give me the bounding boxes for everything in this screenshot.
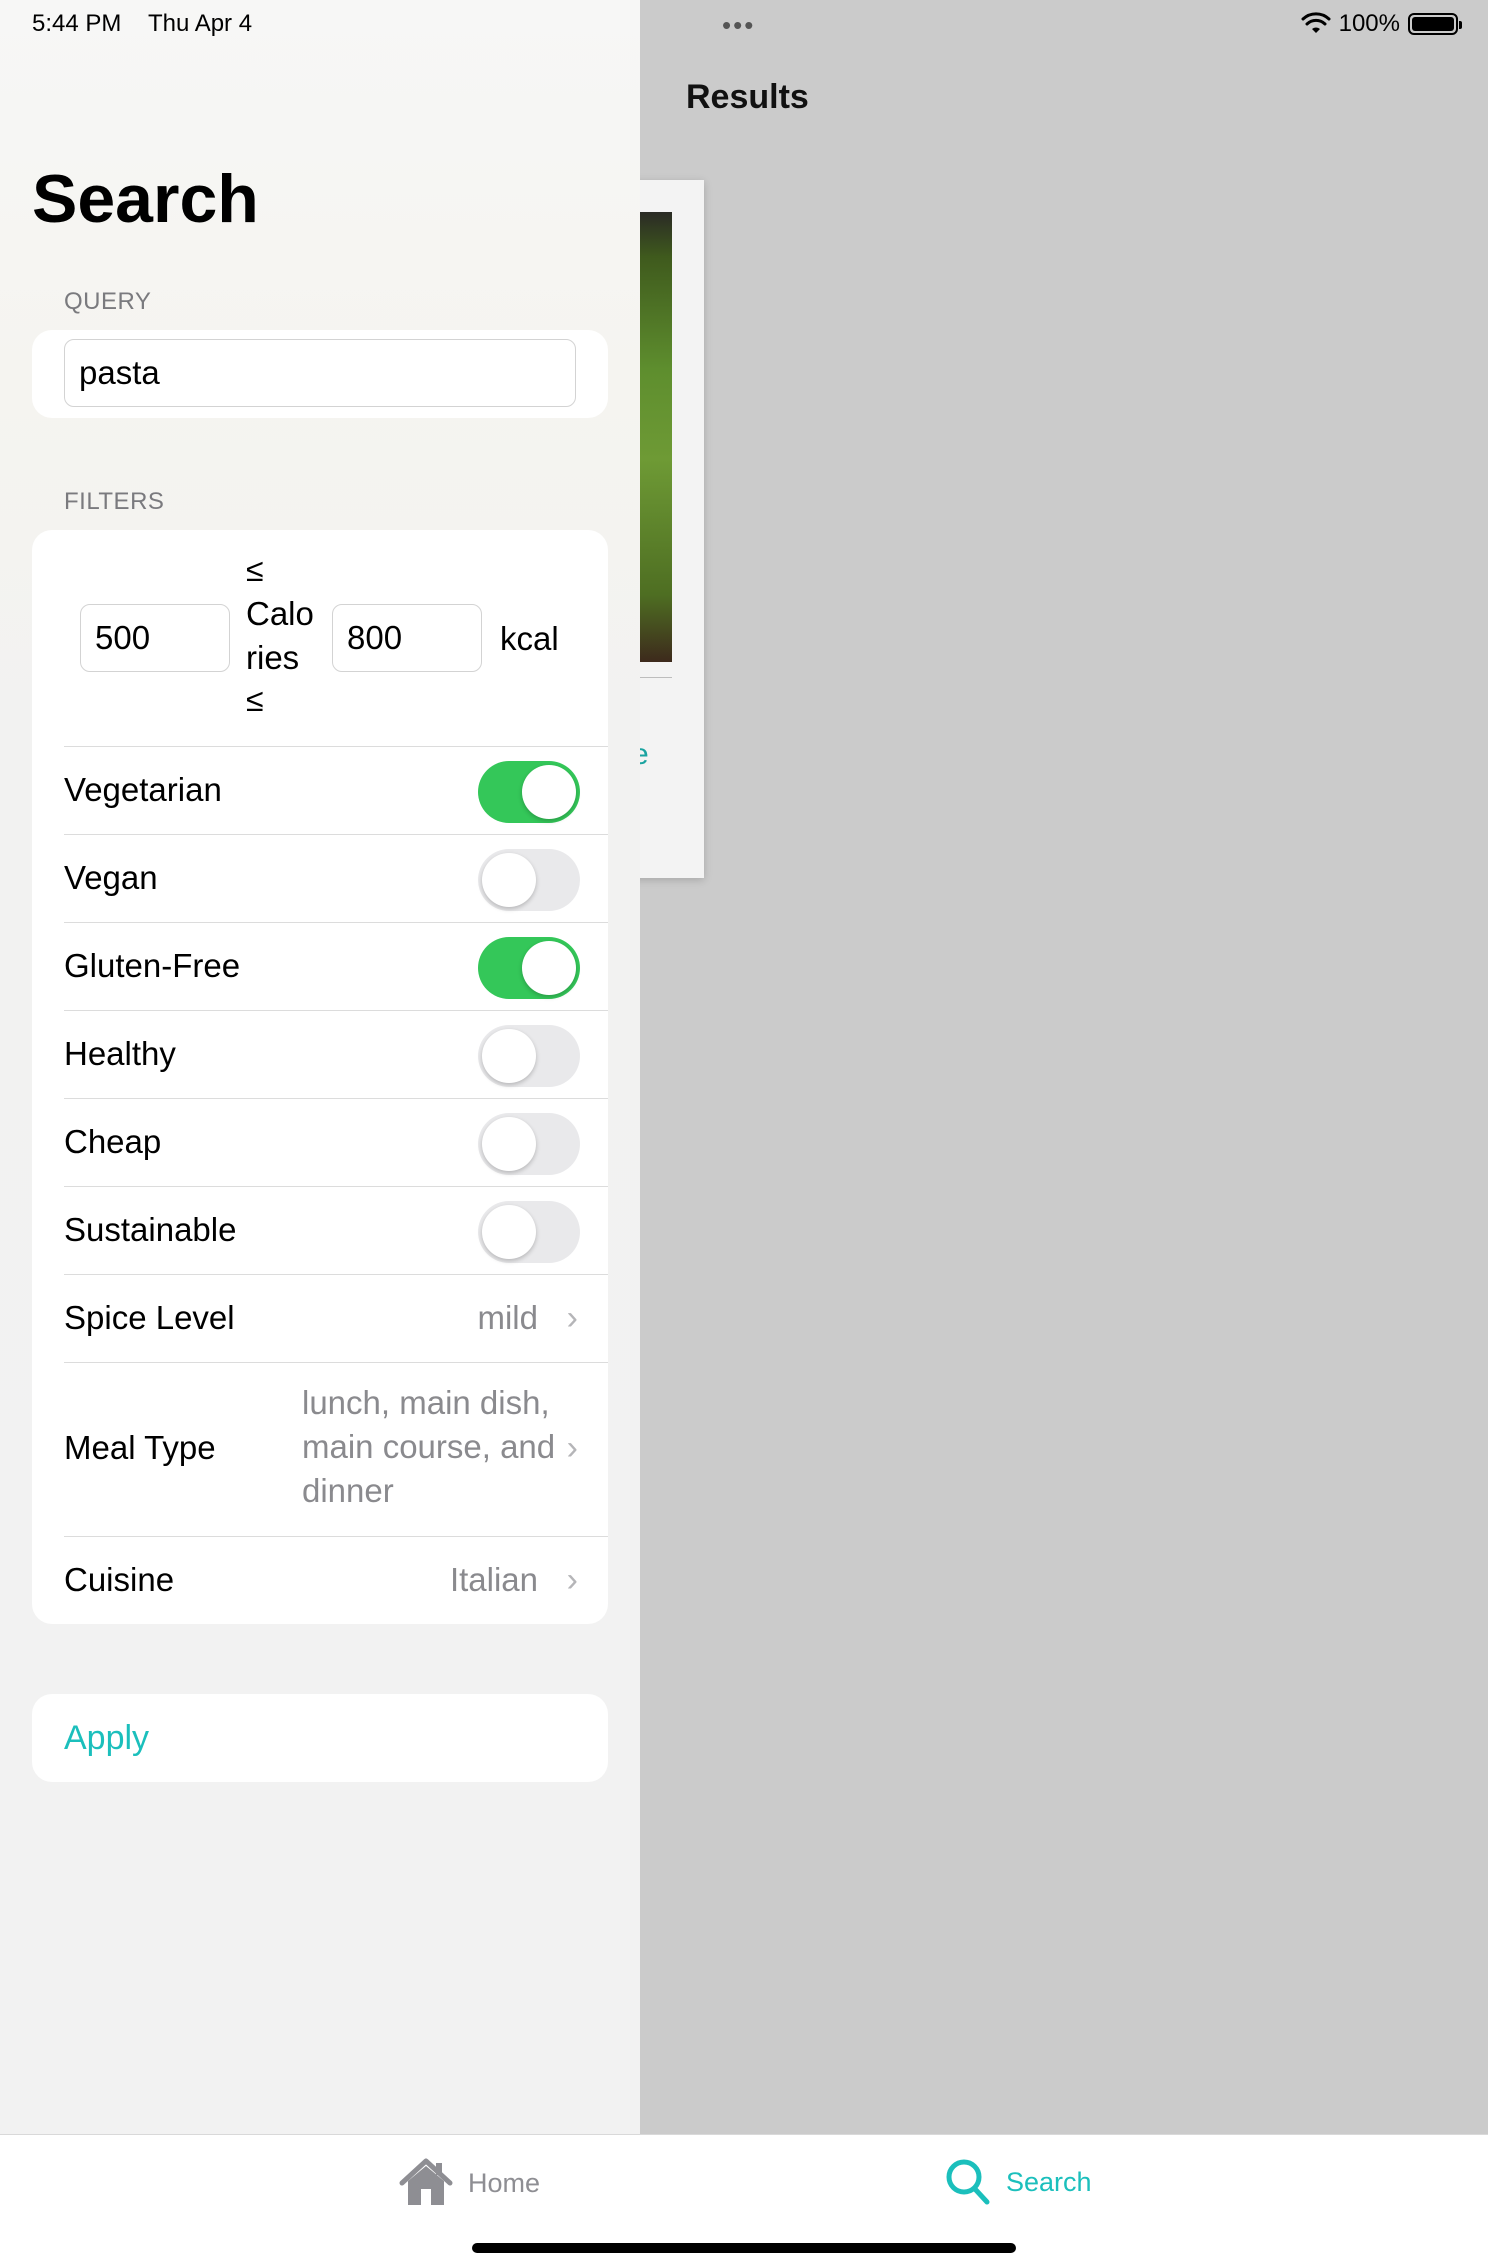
toggle-label: Vegan — [64, 859, 158, 896]
toggle-row-vegan: Vegan — [64, 834, 608, 922]
calories-unit: kcal — [500, 620, 559, 657]
toggle-knob — [522, 941, 576, 995]
status-date: Thu Apr 4 — [148, 10, 253, 37]
healthy-toggle[interactable] — [478, 1025, 580, 1087]
cuisine-label: Cuisine — [64, 1561, 175, 1598]
cuisine-row[interactable]: Cuisine Italian › — [64, 1536, 608, 1624]
page-title: Search — [32, 161, 259, 237]
battery-percent: 100% — [1338, 10, 1400, 37]
tab-home-label: Home — [468, 2167, 541, 2198]
tab-search-label: Search — [1006, 2166, 1092, 2197]
chevron-right-icon: › — [566, 1561, 578, 1599]
cheap-toggle[interactable] — [478, 1113, 580, 1175]
filters-group: ≤ Calo ries ≤ kcal Vegetarian Vegan Glut… — [32, 530, 608, 1624]
tab-search[interactable]: Search — [944, 2157, 1092, 2207]
battery-icon — [1408, 13, 1462, 35]
results-title: Results — [686, 78, 809, 116]
query-group — [32, 330, 608, 418]
multitasking-dots[interactable]: ••• — [722, 10, 755, 41]
toggle-label: Healthy — [64, 1035, 176, 1072]
meal-type-row[interactable]: Meal Type lunch, main dish, main course,… — [64, 1362, 608, 1536]
wifi-icon — [1301, 12, 1331, 33]
chevron-right-icon: › — [566, 1299, 578, 1337]
calories-leq-top: ≤ — [246, 552, 264, 588]
toggle-knob — [482, 1029, 536, 1083]
cuisine-value: Italian — [449, 1561, 538, 1598]
search-sidebar: 5:44 PM Thu Apr 4 Search QUERY FILTERS ≤… — [0, 0, 640, 2134]
sustainable-toggle[interactable] — [478, 1201, 580, 1263]
toggle-knob — [522, 765, 576, 819]
toggle-row-gluten-free: Gluten-Free — [64, 922, 608, 1010]
meal-type-value: lunch, main dish, main course, and dinne… — [302, 1384, 556, 1509]
home-indicator[interactable] — [472, 2243, 1016, 2253]
calories-min-input[interactable] — [80, 604, 230, 672]
tab-bar: Home Search — [0, 2134, 1488, 2266]
filters-section-label: FILTERS — [64, 488, 165, 515]
spice-level-value: mild — [477, 1299, 538, 1336]
toggle-knob — [482, 853, 536, 907]
toggle-row-sustainable: Sustainable — [64, 1186, 608, 1274]
calories-row: ≤ Calo ries ≤ kcal — [32, 530, 608, 746]
toggle-row-vegetarian: Vegetarian — [64, 746, 608, 834]
tab-home[interactable]: Home — [398, 2157, 540, 2209]
home-icon — [399, 2158, 453, 2205]
toggle-label: Gluten-Free — [64, 947, 241, 984]
calories-label: Calo ries — [246, 595, 314, 676]
calories-max-input[interactable] — [332, 604, 482, 672]
gluten-free-toggle[interactable] — [478, 937, 580, 999]
toggle-knob — [482, 1205, 536, 1259]
query-section-label: QUERY — [64, 288, 152, 315]
toggle-row-healthy: Healthy — [64, 1010, 608, 1098]
battery-fill — [1412, 17, 1454, 31]
toggle-row-cheap: Cheap — [64, 1098, 608, 1186]
status-indicators: 100% — [1301, 10, 1462, 38]
toggle-label: Vegetarian — [64, 771, 222, 808]
meal-type-label: Meal Type — [64, 1429, 216, 1466]
calories-leq-bottom: ≤ — [246, 682, 264, 718]
vegan-toggle[interactable] — [478, 849, 580, 911]
spice-level-label: Spice Level — [64, 1299, 235, 1336]
apply-button[interactable]: Apply — [32, 1694, 608, 1782]
query-input[interactable] — [64, 339, 576, 407]
search-icon — [946, 2159, 990, 2205]
toggle-knob — [482, 1117, 536, 1171]
toggle-label: Sustainable — [64, 1211, 237, 1248]
spice-level-row[interactable]: Spice Level mild › — [64, 1274, 608, 1362]
vegetarian-toggle[interactable] — [478, 761, 580, 823]
status-time: 5:44 PM — [32, 10, 122, 37]
chevron-right-icon: › — [566, 1429, 578, 1467]
toggle-label: Cheap — [64, 1123, 162, 1160]
